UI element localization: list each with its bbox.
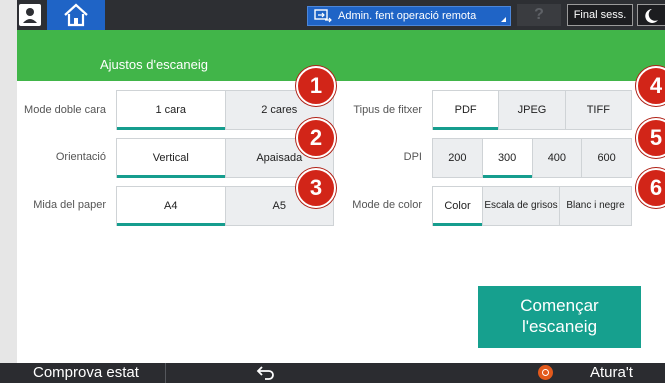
home-icon [64,3,88,27]
option-200-dpi[interactable]: 200 [433,139,483,177]
paper-size-label: Mida del paper [33,199,106,211]
callout-badge-3: 3 [296,168,336,208]
color-mode-selector: Color Escala de grisos Blanc i negre [432,186,632,226]
orientation-label: Orientació [55,151,106,163]
dpi-label: DPI [403,151,422,163]
check-status-button[interactable]: Comprova estat [33,364,139,381]
option-tiff[interactable]: TIFF [565,91,631,129]
callout-badge-2: 2 [296,118,336,158]
remote-admin-label: Admin. fent operació remota [338,10,477,22]
start-scan-label-line2: l'escaneig [521,317,598,336]
undo-arrow-icon [256,366,274,380]
bottom-divider [165,363,166,383]
callout-badge-1: 1 [296,66,336,106]
color-mode-label: Mode de color [352,199,422,211]
user-icon [23,8,37,23]
option-black-white[interactable]: Blanc i negre [560,187,631,225]
option-portrait[interactable]: Vertical [117,139,226,178]
page-header: Ajustos d'escaneig [17,30,665,81]
dpi-selector: 200 300 400 600 [432,138,632,178]
option-400-dpi[interactable]: 400 [532,139,583,177]
end-session-button[interactable]: Final sess. [567,4,633,26]
callout-badge-5: 5 [636,118,665,158]
bottom-bar: Comprova estat Atura't [0,363,665,383]
stop-icon[interactable] [538,365,553,380]
back-button[interactable] [256,364,276,383]
callout-badge-6: 6 [636,168,665,208]
option-pdf[interactable]: PDF [433,91,500,130]
energy-saver-button[interactable] [637,4,665,26]
file-type-selector: PDF JPEG TIFF [432,90,632,130]
remote-operation-icon [314,9,332,23]
option-a4[interactable]: A4 [117,187,226,226]
top-bar: Admin. fent operació remota ? Final sess… [17,0,665,30]
option-300-dpi[interactable]: 300 [482,139,533,178]
option-1-side[interactable]: 1 cara [117,91,226,130]
option-color[interactable]: Color [433,187,483,226]
remote-admin-status[interactable]: Admin. fent operació remota [307,6,511,26]
start-scan-label-line1: Començar [520,296,599,315]
moon-icon [645,9,658,23]
user-button[interactable] [19,4,41,26]
page-title: Ajustos d'escaneig [100,57,208,72]
callout-badge-4: 4 [636,66,665,106]
duplex-label: Mode doble cara [24,104,106,116]
start-scan-button[interactable]: Començar l'escaneig [478,286,641,348]
option-jpeg[interactable]: JPEG [499,91,566,129]
expand-corner-icon [501,17,506,22]
stop-button[interactable]: Atura't [590,364,633,381]
file-type-label: Tipus de fitxer [353,104,422,116]
home-button[interactable] [47,0,105,30]
help-button[interactable]: ? [517,4,561,26]
option-600-dpi[interactable]: 600 [582,139,631,177]
left-margin [0,0,17,383]
option-grayscale[interactable]: Escala de grisos [483,187,560,225]
